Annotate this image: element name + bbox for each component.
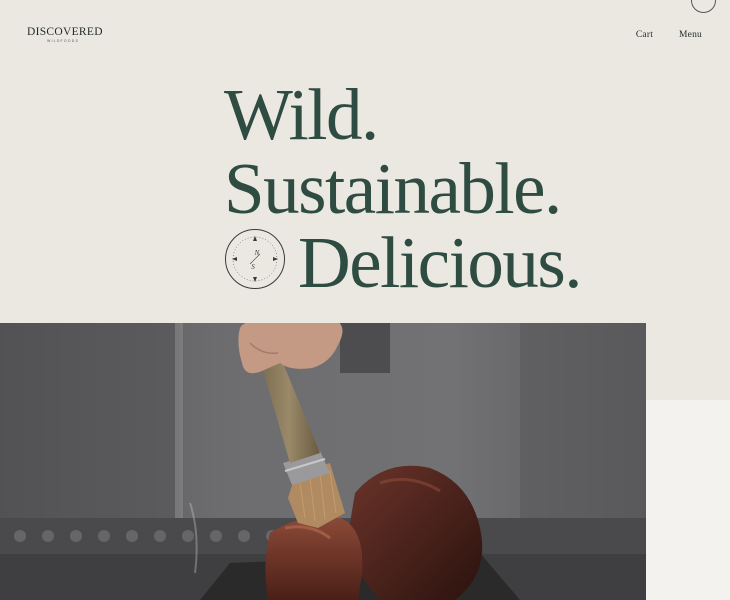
side-panel-fill [646,400,730,600]
hero-heading-line-1: Wild. [224,74,379,155]
hero-heading-line-3: Delicious. [298,222,583,303]
compass-badge-icon: N S [225,229,285,289]
hero-photo [0,323,646,600]
photo-image-icon [0,323,646,600]
compass-south: S [251,263,255,271]
compass-north: N [254,249,260,257]
cart-link[interactable]: Cart [636,30,653,40]
side-panel [646,323,730,600]
circle-button-icon[interactable] [691,0,716,13]
hero-heading-line-2: Sustainable. [224,148,562,229]
brand-tagline: WILDFOODS [47,39,79,43]
brand-name: DISCOVERED [27,26,103,38]
menu-link[interactable]: Menu [679,30,702,40]
brand-logo[interactable]: DISCOVERED WILDFOODS [27,26,103,43]
header-nav: Cart Menu [636,30,702,40]
